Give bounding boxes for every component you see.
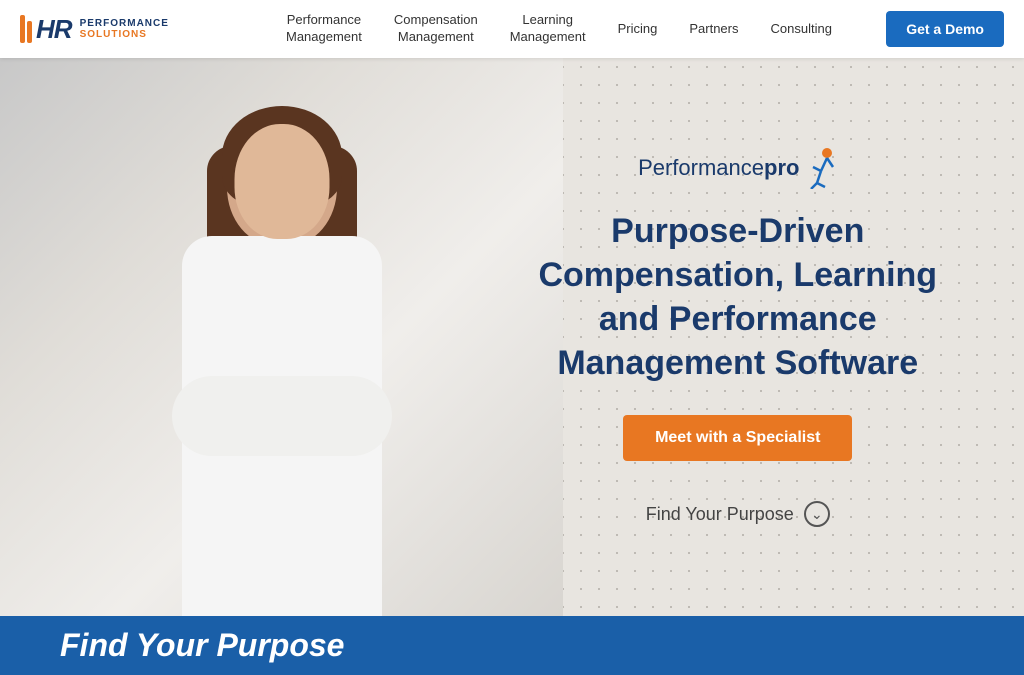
hero-person-image — [0, 58, 563, 616]
logo-text-block: PERFORMANCE SOLUTIONS — [80, 18, 169, 40]
nav-pricing[interactable]: Pricing — [602, 21, 674, 38]
person-face — [234, 124, 329, 239]
hero-headline: Purpose-Driven Compensation, Learning an… — [538, 209, 937, 386]
logo-performance: PERFORMANCE — [80, 18, 169, 29]
hero-content: Performancepro Purpose-Driven Compensati… — [492, 58, 1024, 616]
footer-title: Find Your Purpose — [60, 627, 344, 664]
nav-links: Performance Management Compensation Mana… — [270, 12, 886, 46]
logo[interactable]: HR PERFORMANCE SOLUTIONS — [20, 14, 240, 45]
get-demo-button[interactable]: Get a Demo — [886, 11, 1004, 47]
logo-icon: HR — [20, 14, 72, 45]
brand-logo: Performancepro — [638, 147, 837, 189]
hero-section: Performancepro Purpose-Driven Compensati… — [0, 58, 1024, 616]
circle-chevron-icon: ⌄ — [804, 501, 830, 527]
nav-consulting[interactable]: Consulting — [755, 21, 848, 38]
stripe-1 — [20, 15, 25, 43]
nav-performance-management[interactable]: Performance Management — [270, 12, 378, 46]
logo-stripes — [20, 15, 32, 43]
logo-solutions: SOLUTIONS — [80, 29, 169, 40]
person-arms — [172, 376, 392, 456]
stripe-2 — [27, 21, 32, 43]
find-purpose-link[interactable]: Find Your Purpose ⌄ — [646, 501, 830, 527]
nav-compensation-management[interactable]: Compensation Management — [378, 12, 494, 46]
person-figure — [122, 96, 442, 616]
brand-name-text: Performancepro — [638, 155, 799, 181]
brand-figure-icon — [799, 147, 837, 189]
find-purpose-text: Find Your Purpose — [646, 504, 794, 525]
navbar: HR PERFORMANCE SOLUTIONS Performance Man… — [0, 0, 1024, 58]
meet-specialist-button[interactable]: Meet with a Specialist — [623, 415, 852, 461]
nav-learning-management[interactable]: Learning Management — [494, 12, 602, 46]
logo-hr-text: HR — [36, 14, 72, 45]
nav-partners[interactable]: Partners — [673, 21, 754, 38]
footer-bar: Find Your Purpose — [0, 616, 1024, 675]
